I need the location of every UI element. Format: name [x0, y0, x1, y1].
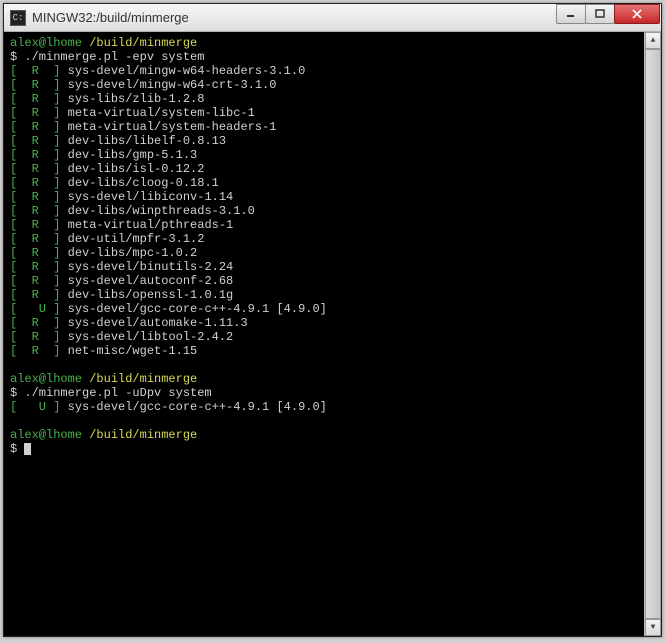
minimize-button[interactable] — [556, 4, 586, 24]
close-button[interactable] — [614, 4, 660, 24]
scroll-down-button[interactable]: ▼ — [645, 619, 661, 636]
app-window: C: MINGW32:/build/minmerge alex@lhome /b… — [3, 3, 662, 637]
vertical-scrollbar[interactable]: ▲ ▼ — [644, 32, 661, 636]
minimize-icon — [566, 9, 576, 19]
titlebar[interactable]: C: MINGW32:/build/minmerge — [4, 4, 661, 32]
scroll-thumb[interactable] — [645, 49, 661, 619]
terminal-output[interactable]: alex@lhome /build/minmerge$ ./minmerge.p… — [4, 32, 644, 636]
cursor — [24, 443, 31, 455]
terminal-icon: C: — [10, 10, 26, 26]
window-title: MINGW32:/build/minmerge — [32, 10, 557, 25]
close-icon — [631, 9, 643, 19]
window-controls — [557, 4, 660, 26]
scroll-up-button[interactable]: ▲ — [645, 32, 661, 49]
scroll-track[interactable] — [645, 49, 661, 619]
maximize-button[interactable] — [585, 4, 615, 24]
maximize-icon — [595, 9, 605, 19]
terminal-area: alex@lhome /build/minmerge$ ./minmerge.p… — [4, 32, 661, 636]
